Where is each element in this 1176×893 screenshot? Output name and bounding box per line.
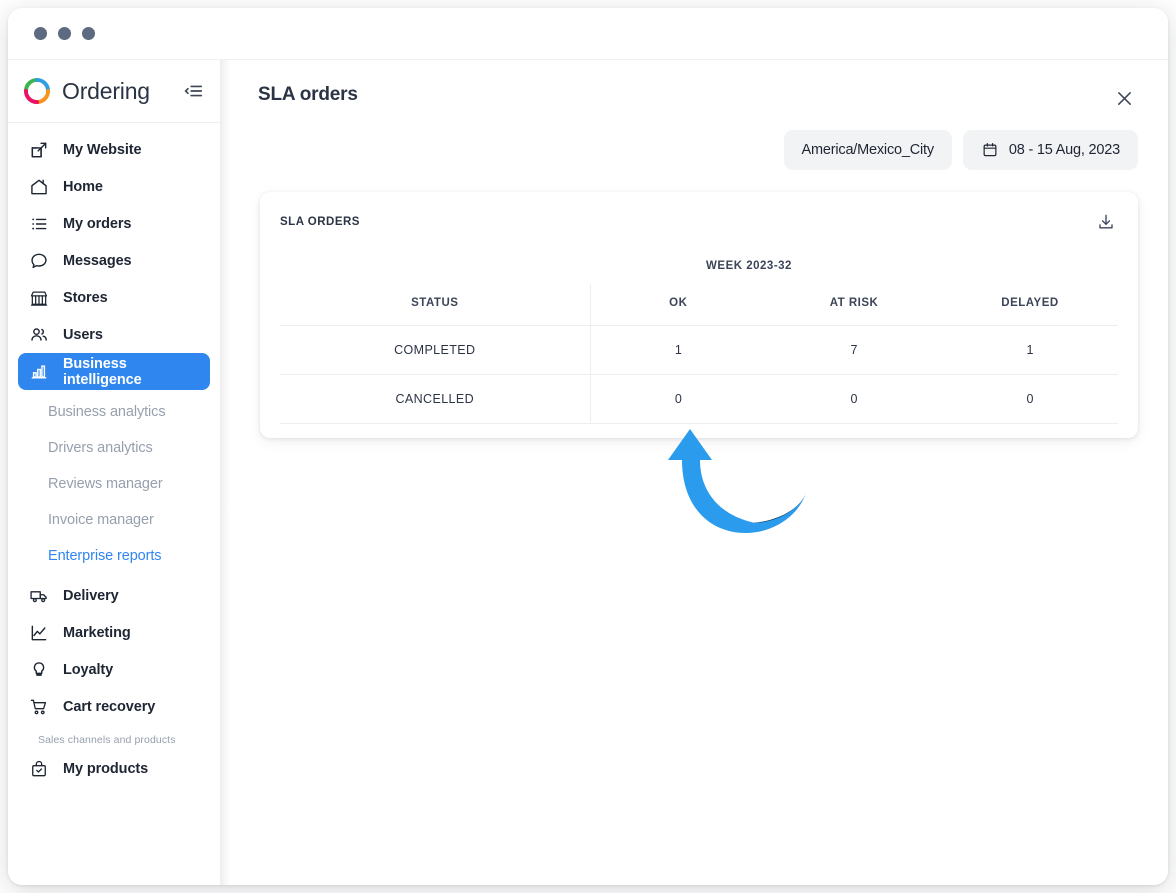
calendar-icon	[981, 141, 999, 159]
sidebar-item-label: Delivery	[63, 587, 119, 604]
cell-ok: 1	[590, 325, 767, 375]
window-dot-minimize[interactable]	[58, 27, 71, 40]
cell-at-risk: 0	[766, 374, 943, 424]
sidebar-item-label: Loyalty	[63, 661, 114, 678]
sidebar-subitem-reviews-manager[interactable]: Reviews manager	[18, 466, 210, 502]
bar-chart-icon	[28, 361, 50, 383]
sidebar-item-my-website[interactable]: My Website	[18, 131, 210, 168]
sidebar-subitem-enterprise-reports[interactable]: Enterprise reports	[18, 538, 210, 574]
sidebar-item-my-orders[interactable]: My orders	[18, 205, 210, 242]
brand-header: Ordering	[8, 60, 220, 122]
cell-status: CANCELLED	[280, 374, 591, 424]
date-range-label: 08 - 15 Aug, 2023	[1008, 142, 1120, 158]
sidebar-item-stores[interactable]: Stores	[18, 279, 210, 316]
sidebar-item-home[interactable]: Home	[18, 168, 210, 205]
card-header: SLA ORDERS	[280, 210, 1118, 234]
week-group-header: WEEK 2023-32	[706, 260, 792, 272]
sidebar-item-label: Messages	[63, 252, 132, 269]
column-header-ok: OK	[590, 284, 767, 326]
sidebar-item-label: Stores	[63, 289, 108, 306]
sidebar-item-label: Home	[63, 178, 103, 195]
sidebar-item-label: Cart recovery	[63, 698, 156, 715]
date-range-selector[interactable]: 08 - 15 Aug, 2023	[962, 130, 1138, 170]
sidebar-item-loyalty[interactable]: Loyalty	[18, 651, 210, 688]
sidebar: Ordering My Website Home My orders Messa…	[8, 60, 220, 885]
cell-at-risk: 7	[766, 325, 943, 375]
truck-icon	[28, 585, 50, 607]
list-icon	[28, 213, 50, 235]
sidebar-subitem-invoice-manager[interactable]: Invoice manager	[18, 502, 210, 538]
store-icon	[28, 287, 50, 309]
cell-status: COMPLETED	[280, 325, 591, 375]
cell-delayed: 1	[942, 325, 1118, 375]
filter-bar: America/Mexico_City 08 - 15 Aug, 2023	[230, 112, 1168, 170]
home-icon	[28, 176, 50, 198]
lightbulb-icon	[28, 659, 50, 681]
sidebar-item-label: My orders	[63, 215, 132, 232]
sidebar-subitem-business-analytics[interactable]: Business analytics	[18, 394, 210, 430]
brand-name: Ordering	[62, 77, 150, 104]
window-dot-close[interactable]	[34, 27, 47, 40]
collapse-sidebar-icon[interactable]	[180, 79, 206, 103]
column-header-delayed: DELAYED	[942, 284, 1118, 326]
sidebar-nav-list: My Website Home My orders Messages Store…	[8, 123, 220, 787]
table-row: COMPLETED 1 7 1	[280, 325, 1118, 375]
cell-ok: 0	[590, 374, 767, 424]
sidebar-item-messages[interactable]: Messages	[18, 242, 210, 279]
sidebar-submenu: Business analytics Drivers analytics Rev…	[18, 394, 210, 574]
card-title: SLA ORDERS	[280, 216, 360, 228]
sidebar-edge-shadow	[220, 60, 230, 885]
sidebar-item-label: Business intelligence	[63, 355, 142, 388]
main-header: SLA orders	[230, 60, 1168, 112]
sidebar-item-cart-recovery[interactable]: Cart recovery	[18, 688, 210, 725]
shopping-cart-icon	[28, 696, 50, 718]
close-icon[interactable]	[1110, 84, 1138, 112]
column-header-at-risk: AT RISK	[766, 284, 943, 326]
sla-orders-card: SLA ORDERS WEEK 2023-32 STATUS OK AT RIS…	[260, 192, 1138, 438]
users-icon	[28, 324, 50, 346]
timezone-label: America/Mexico_City	[801, 142, 935, 158]
product-bag-icon	[28, 758, 50, 780]
chat-bubble-icon	[28, 250, 50, 272]
ordering-logo-icon	[22, 76, 52, 106]
table-row: CANCELLED 0 0 0	[280, 374, 1118, 424]
sidebar-item-marketing[interactable]: Marketing	[18, 614, 210, 651]
column-header-status: STATUS	[280, 284, 591, 326]
sidebar-item-my-products[interactable]: My products	[18, 750, 210, 787]
table-header-row: STATUS OK AT RISK DELAYED	[280, 284, 1118, 326]
sidebar-section-label: Sales channels and products	[38, 734, 176, 746]
sidebar-item-label: Marketing	[63, 624, 131, 641]
download-icon[interactable]	[1094, 210, 1118, 234]
timezone-selector[interactable]: America/Mexico_City	[783, 130, 952, 170]
trend-line-icon	[28, 622, 50, 644]
sidebar-item-label: Users	[63, 326, 103, 343]
sla-orders-table: STATUS OK AT RISK DELAYED COMPLETED 1 7 …	[280, 284, 1118, 424]
window-titlebar	[8, 8, 1168, 60]
sidebar-subitem-drivers-analytics[interactable]: Drivers analytics	[18, 430, 210, 466]
sidebar-item-business-intelligence[interactable]: Business intelligence	[18, 353, 210, 390]
cell-delayed: 0	[942, 374, 1118, 424]
sidebar-item-label: My products	[63, 760, 149, 777]
page-title: SLA orders	[258, 84, 358, 105]
app-window: Ordering My Website Home My orders Messa…	[8, 8, 1168, 885]
external-link-icon	[28, 139, 50, 161]
sidebar-item-label: My Website	[63, 141, 142, 158]
sidebar-item-users[interactable]: Users	[18, 316, 210, 353]
main-content: SLA orders America/Mexico_City 08 - 15 A…	[230, 60, 1168, 885]
sidebar-item-delivery[interactable]: Delivery	[18, 577, 210, 614]
window-dot-maximize[interactable]	[82, 27, 95, 40]
